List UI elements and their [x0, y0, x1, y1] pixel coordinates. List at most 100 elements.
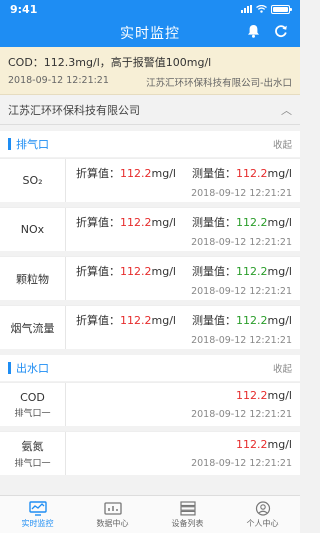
- pollutant-name: SO₂: [0, 159, 66, 202]
- values: 112.2mg/l 2018-09-12 12:21:21: [66, 432, 300, 475]
- company-header[interactable]: 江苏汇环环保科技有限公司 ︿: [0, 95, 300, 125]
- pollutant-label: 氨氮: [21, 440, 44, 453]
- converted-label: 折算值：: [76, 216, 120, 229]
- converted-label: 折算值：: [76, 314, 120, 327]
- pollutant-label: 烟气流量: [10, 321, 55, 335]
- unit: mg/l: [267, 438, 292, 451]
- converted-label: 折算值：: [76, 265, 120, 278]
- tab-personal-center[interactable]: 个人中心: [225, 496, 300, 533]
- tab-label: 实时监控: [21, 518, 54, 528]
- header: 9:41 实时监控: [0, 0, 300, 47]
- measured-value: 测量值：112.2mg/l: [192, 214, 292, 230]
- timestamp: 2018-09-12 12:21:21: [191, 237, 292, 248]
- measured-number: 112.2: [236, 389, 268, 402]
- measured-label: 测量值：: [192, 314, 237, 327]
- unit: mg/l: [151, 216, 176, 229]
- measured-value: 112.2mg/l: [236, 438, 292, 451]
- section-outlet: 出水口 收起: [0, 355, 300, 381]
- timestamp: 2018-09-12 12:21:21: [191, 286, 292, 297]
- status-bar: 9:41: [0, 0, 300, 18]
- converted-number: 112.2: [120, 314, 152, 327]
- measured-number: 112.2: [236, 216, 268, 229]
- converted-value: 折算值：112.2mg/l: [76, 312, 176, 328]
- table-row[interactable]: COD 排气口一 112.2mg/l 2018-09-12 12:21:21: [0, 382, 300, 426]
- status-time: 9:41: [10, 2, 38, 16]
- unit: mg/l: [267, 265, 292, 278]
- pollutant-name: 氨氮 排气口一: [0, 432, 66, 475]
- section-marker: [8, 362, 11, 374]
- table-row[interactable]: 颗粒物 折算值：112.2mg/l 测量值：112.2mg/l 2018-09-12 …: [0, 256, 300, 300]
- alarm-banner[interactable]: COD：112.3mg/l，高于报警值100mg/l 2018-09-12 12…: [0, 47, 300, 95]
- section-marker: [8, 138, 11, 150]
- measured-label: 测量值：: [192, 167, 237, 180]
- values: 折算值：112.2mg/l 测量值：112.2mg/l 2018-09-12 12:…: [66, 257, 300, 300]
- converted-number: 112.2: [120, 265, 152, 278]
- status-icons: [241, 4, 292, 14]
- alarm-time: 2018-09-12 12:21:21: [8, 75, 109, 86]
- measured-label: 测量值：: [192, 216, 237, 229]
- company-name: 江苏汇环环保科技有限公司: [8, 103, 140, 117]
- page-title: 实时监控: [120, 25, 180, 42]
- pollutant-label: 颗粒物: [16, 272, 49, 286]
- measured-value: 测量值：112.2mg/l: [192, 312, 292, 328]
- section-title: 出水口: [16, 362, 49, 375]
- user-icon: [255, 500, 270, 516]
- table-row[interactable]: 氨氮排气口一 112.2mg/l 2018-09-12 12:21:21: [0, 431, 300, 475]
- unit: mg/l: [267, 216, 292, 229]
- tab-label: 个人中心: [246, 518, 279, 528]
- outlet-label: 排气口一: [14, 459, 51, 469]
- pollutant-name: COD 排气口一: [0, 383, 66, 426]
- unit: mg/l: [267, 314, 292, 327]
- timestamp: 2018-09-12 12:21:21: [191, 458, 292, 469]
- unit: mg/l: [151, 265, 176, 278]
- measured-value: 测量值：112.2mg/l: [192, 165, 292, 181]
- timestamp: 2018-09-12 12:21:21: [191, 335, 292, 346]
- measured-number: 112.2: [236, 314, 268, 327]
- converted-label: 折算值：: [76, 167, 120, 180]
- alarm-source: 江苏汇环环保科技有限公司-出水口: [146, 78, 292, 89]
- table-row[interactable]: 烟气流量 折算值：112.2mg/l 测量值：112.2mg/l 2018-09-12…: [0, 305, 300, 349]
- values: 折算值：112.2mg/l 测量值：112.2mg/l 2018-09-12 12:…: [66, 306, 300, 349]
- pollutant-label: COD: [20, 390, 45, 404]
- tab-data-center[interactable]: 数据中心: [75, 496, 150, 533]
- navbar: 实时监控: [0, 18, 300, 47]
- bell-icon[interactable]: [247, 24, 260, 38]
- tab-label: 设备列表: [171, 518, 204, 528]
- measured-value: 112.2mg/l: [236, 389, 292, 402]
- collapse-button[interactable]: 收起: [273, 361, 292, 375]
- tab-label: 数据中心: [96, 518, 129, 528]
- converted-value: 折算值：112.2mg/l: [76, 214, 176, 230]
- measured-value: 测量值：112.2mg/l: [192, 263, 292, 279]
- tab-bar: 实时监控 数据中心 设备列表 个人中心: [0, 495, 300, 533]
- alarm-message: COD：112.3mg/l，高于报警值100mg/l: [8, 56, 212, 69]
- values: 112.2mg/l 2018-09-12 12:21:21: [66, 383, 300, 426]
- outlet-label: 排气口一: [14, 408, 51, 419]
- pollutant-name: 烟气流量: [0, 306, 66, 349]
- collapse-button[interactable]: 收起: [273, 137, 292, 151]
- converted-number: 112.2: [120, 216, 152, 229]
- chevron-up-icon[interactable]: ︿: [281, 102, 292, 118]
- timestamp: 2018-09-12 12:21:21: [191, 409, 292, 420]
- unit: mg/l: [267, 167, 292, 180]
- wifi-icon: [256, 5, 267, 13]
- device-list-icon: [179, 500, 196, 515]
- pollutant-name: 颗粒物: [0, 257, 66, 300]
- refresh-icon[interactable]: [274, 24, 288, 38]
- unit: mg/l: [267, 389, 292, 402]
- pollutant-label: NOx: [20, 223, 45, 236]
- values: 折算值：112.2mg/l 测量值：112.2mg/l 2018-09-12 12:…: [66, 208, 300, 251]
- tab-realtime-monitor[interactable]: 实时监控: [0, 496, 75, 533]
- tab-device-list[interactable]: 设备列表: [150, 496, 225, 533]
- timestamp: 2018-09-12 12:21:21: [191, 188, 292, 199]
- measured-number: 112.2: [236, 438, 268, 451]
- converted-value: 折算值：112.2mg/l: [76, 165, 176, 181]
- section-exhaust: 排气口 收起: [0, 131, 300, 157]
- table-row[interactable]: NOx 折算值：112.2mg/l 测量值：112.2mg/l 2018-09-12 …: [0, 207, 300, 251]
- battery-icon: [271, 4, 292, 14]
- unit: mg/l: [151, 314, 176, 327]
- pollutant-label: SO₂: [22, 174, 43, 187]
- table-row[interactable]: SO₂ 折算值：112.2mg/l 测量值：112.2mg/l 2018-09-12 …: [0, 158, 300, 202]
- measured-number: 112.2: [236, 265, 268, 278]
- unit: mg/l: [151, 167, 176, 180]
- section-title: 排气口: [16, 138, 49, 151]
